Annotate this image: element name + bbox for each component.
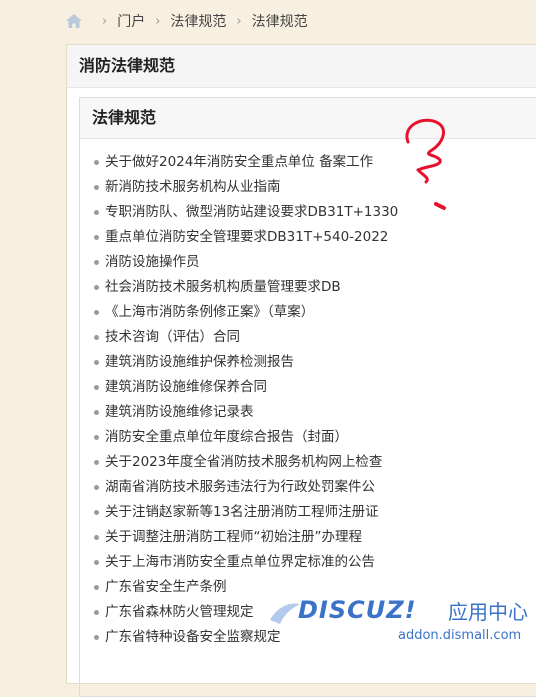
bullet-icon: [94, 460, 99, 465]
home-icon[interactable]: [66, 14, 82, 28]
breadcrumb-separator-icon: ›: [236, 13, 242, 29]
article-link[interactable]: 《上海市消防条例修正案》（草案）: [105, 300, 314, 325]
bullet-icon: [94, 435, 99, 440]
list-item[interactable]: 关于调整注册消防工程师“初始注册”办理程: [94, 525, 398, 550]
article-link[interactable]: 关于上海市消防安全重点单位界定标准的公告: [105, 550, 375, 575]
list-item[interactable]: 建筑消防设施维修记录表: [94, 400, 398, 425]
bullet-icon: [94, 160, 99, 165]
article-list: 关于做好2024年消防安全重点单位 备案工作 新消防技术服务机构从业指南 专职消防队…: [94, 150, 398, 650]
list-item[interactable]: 重点单位消防安全管理要求DB31T+540-2022: [94, 225, 398, 250]
list-item[interactable]: 建筑消防设施维修保养合同: [94, 375, 398, 400]
article-link[interactable]: 广东省安全生产条例: [105, 575, 227, 600]
article-link[interactable]: 社会消防技术服务机构质量管理要求DB: [105, 275, 341, 300]
breadcrumb: › 门户 › 法律规范 › 法律规范: [0, 0, 536, 42]
list-item[interactable]: 关于2023年度全省消防技术服务机构网上检查: [94, 450, 398, 475]
bullet-icon: [94, 285, 99, 290]
article-link[interactable]: 广东省森林防火管理规定: [105, 600, 254, 625]
bullet-icon: [94, 235, 99, 240]
logo-swoosh-icon: [270, 603, 300, 624]
list-item[interactable]: 湖南省消防技术服务违法行为行政处罚案件公: [94, 475, 398, 500]
list-item[interactable]: 消防安全重点单位年度综合报告（封面）: [94, 425, 398, 450]
bullet-icon: [94, 535, 99, 540]
bullet-icon: [94, 510, 99, 515]
bullet-icon: [94, 185, 99, 190]
article-link[interactable]: 消防安全重点单位年度综合报告（封面）: [105, 425, 348, 450]
bullet-icon: [94, 360, 99, 365]
section-title: 法律规范: [80, 98, 536, 139]
list-item[interactable]: 社会消防技术服务机构质量管理要求DB: [94, 275, 398, 300]
watermark-tagline: 应用中心: [448, 600, 528, 624]
list-item[interactable]: 专职消防队、微型消防站建设要求DB31T+1330: [94, 200, 398, 225]
article-link[interactable]: 湖南省消防技术服务违法行为行政处罚案件公: [105, 475, 375, 500]
watermark-logo: DISCUZ!: [298, 596, 417, 624]
bullet-icon: [94, 210, 99, 215]
list-item[interactable]: 新消防技术服务机构从业指南: [94, 175, 398, 200]
breadcrumb-separator-icon: ›: [155, 13, 161, 29]
bullet-icon: [94, 585, 99, 590]
article-link[interactable]: 技术咨询（评估）合同: [105, 325, 240, 350]
list-item[interactable]: 消防设施操作员: [94, 250, 398, 275]
breadcrumb-separator-icon: ›: [102, 13, 108, 29]
question-mark-annotation: [405, 118, 446, 210]
list-item[interactable]: 技术咨询（评估）合同: [94, 325, 398, 350]
list-item[interactable]: 关于上海市消防安全重点单位界定标准的公告: [94, 550, 398, 575]
bullet-icon: [94, 560, 99, 565]
breadcrumb-item-portal[interactable]: 门户: [117, 11, 145, 31]
breadcrumb-item-laws[interactable]: 法律规范: [170, 11, 226, 31]
article-link[interactable]: 重点单位消防安全管理要求DB31T+540-2022: [105, 225, 388, 250]
article-link[interactable]: 关于2023年度全省消防技术服务机构网上检查: [105, 450, 382, 475]
article-link[interactable]: 建筑消防设施维修记录表: [105, 400, 254, 425]
bullet-icon: [94, 635, 99, 640]
bullet-icon: [94, 610, 99, 615]
watermark-url: addon.dismall.com: [398, 628, 522, 643]
list-item[interactable]: 关于注销赵家新等13名注册消防工程师注册证: [94, 500, 398, 525]
article-link[interactable]: 关于做好2024年消防安全重点单位 备案工作: [105, 150, 373, 175]
article-link[interactable]: 关于注销赵家新等13名注册消防工程师注册证: [105, 500, 379, 525]
bullet-icon: [94, 410, 99, 415]
content-panel: 消防法律规范 法律规范 关于做好2024年消防安全重点单位 备案工作 新消防技术服…: [66, 44, 536, 697]
article-link[interactable]: 新消防技术服务机构从业指南: [105, 175, 281, 200]
article-link[interactable]: 关于调整注册消防工程师“初始注册”办理程: [105, 525, 362, 550]
list-item[interactable]: 建筑消防设施维护保养检测报告: [94, 350, 398, 375]
watermark: DISCUZ! 应用中心 addon.dismall.com: [268, 590, 536, 657]
breadcrumb-item-current[interactable]: 法律规范: [252, 11, 308, 31]
bullet-icon: [94, 335, 99, 340]
bullet-icon: [94, 310, 99, 315]
article-link[interactable]: 消防设施操作员: [105, 250, 200, 275]
list-item[interactable]: 关于做好2024年消防安全重点单位 备案工作: [94, 150, 398, 175]
bullet-icon: [94, 485, 99, 490]
article-link[interactable]: 广东省特种设备安全监察规定: [105, 625, 281, 650]
bullet-icon: [94, 385, 99, 390]
list-item[interactable]: 《上海市消防条例修正案》（草案）: [94, 300, 398, 325]
bullet-icon: [94, 260, 99, 265]
article-link[interactable]: 建筑消防设施维修保养合同: [105, 375, 267, 400]
article-link[interactable]: 专职消防队、微型消防站建设要求DB31T+1330: [105, 200, 398, 225]
article-link[interactable]: 建筑消防设施维护保养检测报告: [105, 350, 294, 375]
page-title: 消防法律规范: [67, 45, 536, 88]
